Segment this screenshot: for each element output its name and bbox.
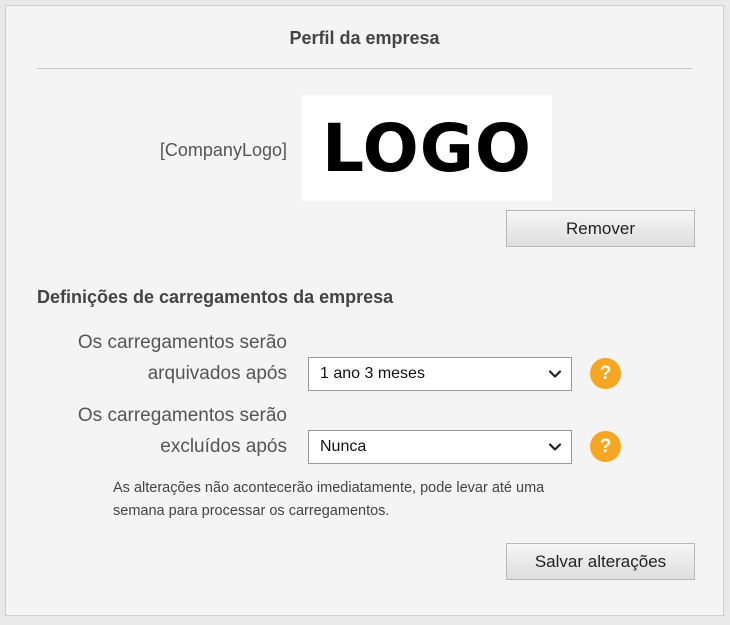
delete-help-icon[interactable]: ? [590, 431, 621, 462]
delete-select-value: Nunca [320, 438, 367, 455]
delete-after-select[interactable]: Nunca [308, 430, 572, 464]
delete-after-label: Os carregamentos serão excluídos após [27, 400, 287, 462]
save-changes-button[interactable]: Salvar alterações [506, 543, 695, 580]
panel-title: Perfil da empresa [289, 28, 440, 48]
company-logo-image: LOGO [302, 95, 552, 201]
note-line1: As alterações não acontecerão imediatame… [113, 480, 545, 496]
note-line2: semana para processar os carregamentos. [113, 503, 390, 519]
archive-help-icon[interactable]: ? [590, 358, 621, 389]
title-divider [37, 68, 692, 69]
archive-select-value: 1 ano 3 meses [320, 365, 425, 382]
delete-label-line2: excluídos após [160, 436, 287, 457]
archive-after-select[interactable]: 1 ano 3 meses [308, 357, 572, 391]
remove-logo-button[interactable]: Remover [506, 210, 695, 247]
company-profile-panel: Perfil da empresa [CompanyLogo] LOGO Rem… [5, 5, 724, 616]
delete-label-line1: Os carregamentos serão [77, 405, 287, 426]
processing-note: As alterações não acontecerão imediatame… [113, 477, 613, 523]
uploads-section-title: Definições de carregamentos da empresa [37, 287, 394, 307]
chevron-down-icon [548, 370, 562, 378]
archive-label-line2: arquivados após [147, 363, 287, 384]
archive-after-label: Os carregamentos serão arquivados após [27, 327, 287, 389]
archive-label-line1: Os carregamentos serão [77, 332, 287, 353]
chevron-down-icon [548, 443, 562, 451]
logo-image-text: LOGO [321, 109, 533, 187]
company-logo-label: [CompanyLogo] [159, 140, 287, 160]
